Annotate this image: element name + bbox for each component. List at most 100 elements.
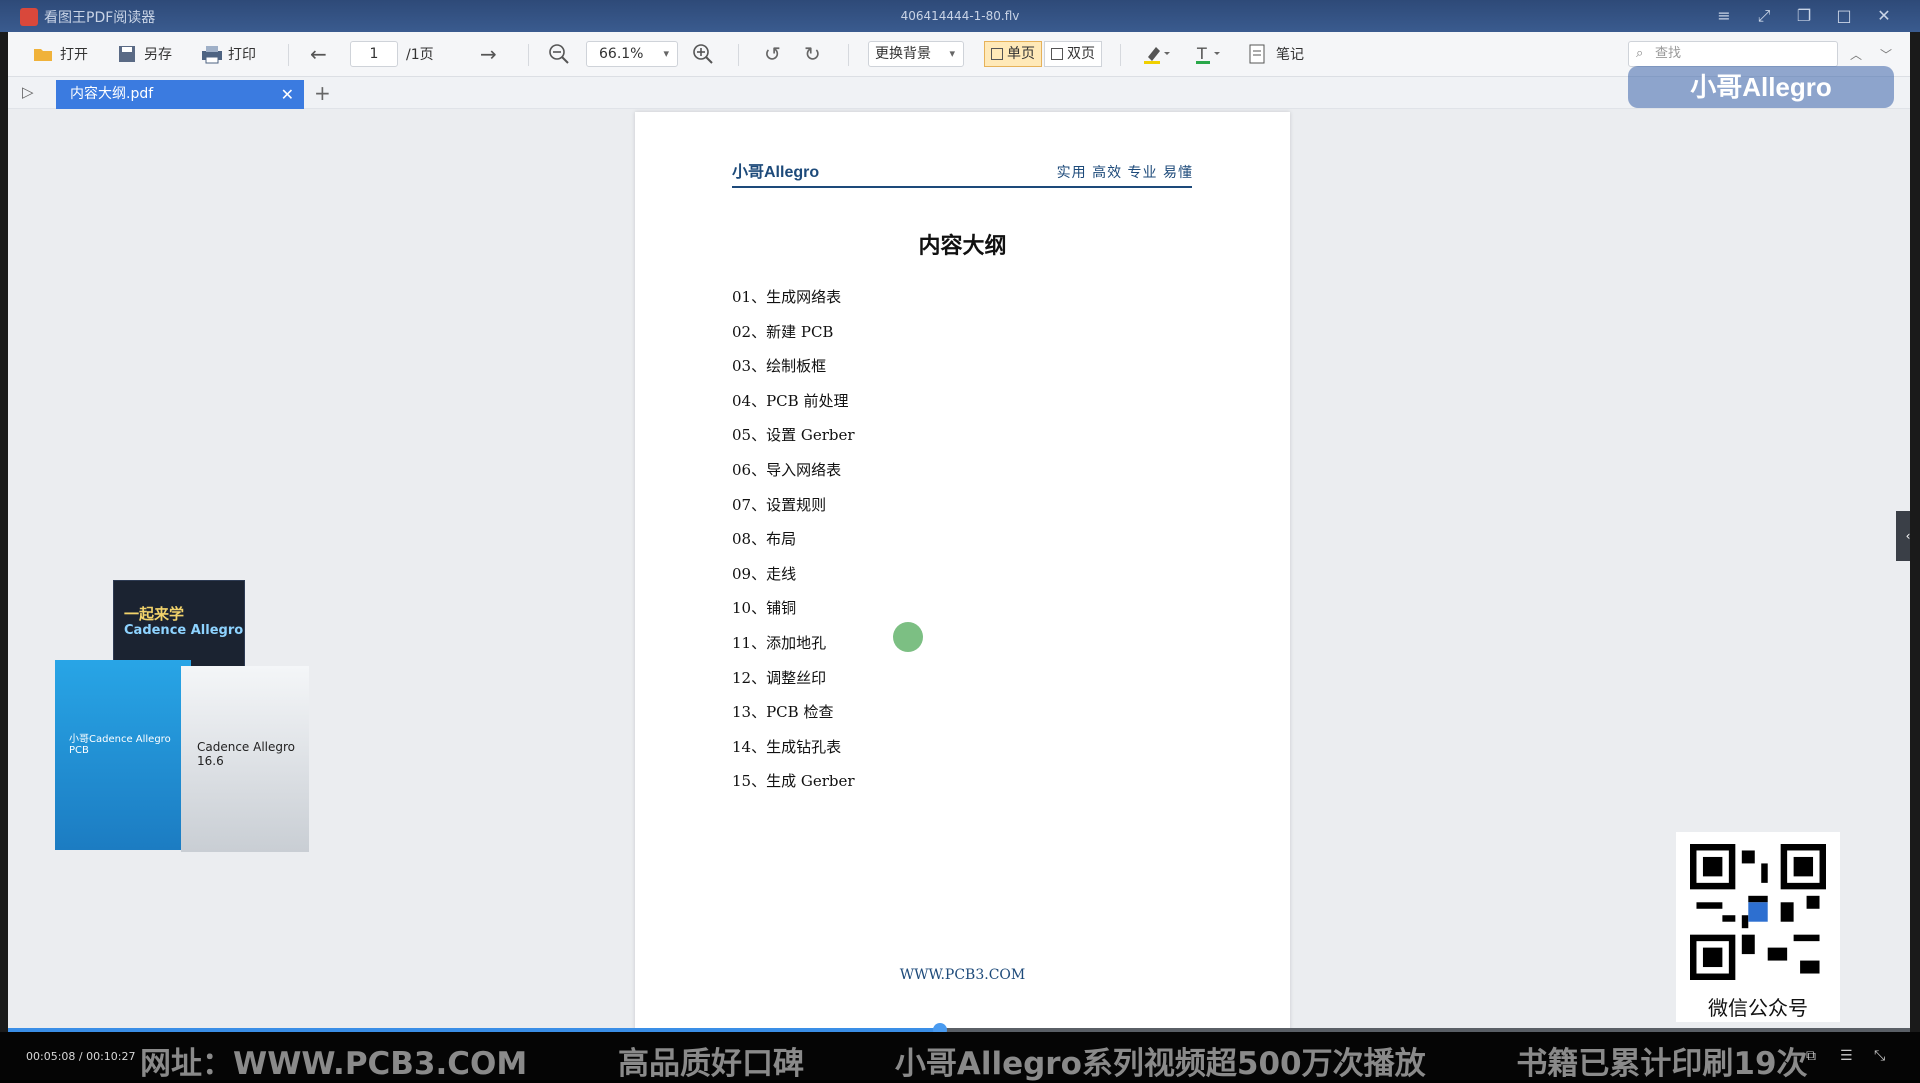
save-icon bbox=[116, 43, 138, 65]
toolbar: 打开 另存 打印 ← 1 /1页 → 66.1% ▾ ↺ ↻ 更换背景 ▾ 单页… bbox=[8, 32, 1910, 77]
exit-fullscreen-icon[interactable]: ⤡ bbox=[1874, 1048, 1892, 1064]
list-item: 03、绘制板框 bbox=[732, 357, 827, 376]
page-title: 内容大纲 bbox=[918, 234, 1007, 259]
note-icon bbox=[1248, 43, 1270, 65]
printer-icon bbox=[200, 43, 222, 65]
change-background-label: 更换背景 bbox=[875, 46, 931, 62]
search-icon: ⌕ bbox=[1636, 46, 1644, 61]
single-page-label: 单页 bbox=[1007, 46, 1035, 62]
maximize-icon[interactable]: □ bbox=[1832, 6, 1856, 26]
notes-label: 笔记 bbox=[1276, 47, 1304, 63]
book-title: 小哥Cadence Allegro PCB bbox=[69, 734, 171, 756]
qr-code-panel: 微信公众号 bbox=[1676, 832, 1840, 1022]
list-item: 02、新建 PCB bbox=[732, 322, 834, 341]
list-item: 11、添加地孔 bbox=[732, 633, 827, 652]
zoom-out-icon[interactable] bbox=[548, 41, 570, 67]
page-number-input[interactable]: 1 bbox=[350, 41, 398, 67]
open-button[interactable]: 打开 bbox=[32, 41, 88, 67]
list-item: 10、铺铜 bbox=[732, 599, 797, 618]
search-next-icon[interactable]: ﹀ bbox=[1880, 41, 1892, 67]
notes-button[interactable]: 笔记 bbox=[1248, 41, 1304, 67]
fullscreen-icon[interactable]: ⤢ bbox=[1752, 6, 1776, 26]
next-page-icon[interactable]: → bbox=[480, 41, 497, 67]
book-subtitle: Cadence Allegro bbox=[124, 623, 244, 638]
folder-icon bbox=[32, 43, 54, 65]
double-page-button[interactable]: 双页 bbox=[1044, 41, 1102, 67]
window-titlebar: 看图王PDF阅读器 406414444-1-80.flv ≡ ⤢ ❐ □ ✕ bbox=[0, 0, 1920, 32]
book-cover: 小哥Cadence Allegro PCB bbox=[55, 660, 191, 850]
page-total: /1页 bbox=[406, 47, 434, 63]
prev-page-icon[interactable]: ← bbox=[310, 41, 327, 67]
marquee-text: 网址：WWW.PCB3.COM 高品质好口碑 小哥Allegro系列视频超500… bbox=[140, 1038, 1888, 1083]
page-header-tags: 实用 高效 专业 易懂 bbox=[1056, 165, 1193, 181]
tab-document[interactable]: 内容大纲.pdf ✕ bbox=[56, 80, 304, 109]
list-item: 07、设置规则 bbox=[732, 495, 827, 514]
close-window-icon[interactable]: ✕ bbox=[1872, 6, 1896, 26]
qr-label: 微信公众号 bbox=[1708, 996, 1808, 1020]
single-page-button[interactable]: 单页 bbox=[984, 41, 1042, 67]
book-cover: Cadence Allegro 16.6 bbox=[181, 666, 309, 852]
rotate-left-icon[interactable]: ↺ bbox=[764, 41, 781, 67]
marquee-item: 高品质好口碑 bbox=[618, 1046, 805, 1082]
list-item: 01、生成网络表 bbox=[732, 288, 842, 306]
player-bottom-bar: 00:05:08 / 00:10:27 网址：WWW.PCB3.COM 高品质好… bbox=[0, 1032, 1920, 1083]
separator bbox=[528, 44, 529, 66]
search-input[interactable]: ⌕ 查找 bbox=[1628, 41, 1838, 67]
list-item: 06、导入网络表 bbox=[732, 460, 842, 479]
new-tab-icon[interactable]: + bbox=[314, 81, 331, 105]
marquee-item: 网址：WWW.PCB3.COM bbox=[140, 1046, 528, 1082]
page-header-logo: 小哥Allegro bbox=[732, 164, 820, 181]
separator bbox=[1120, 44, 1121, 66]
search-prev-icon[interactable]: ︿ bbox=[1850, 41, 1862, 67]
page-footer-url: WWW.PCB3.COM bbox=[899, 967, 1026, 983]
separator bbox=[738, 44, 739, 66]
list-item: 04、PCB 前处理 bbox=[732, 391, 849, 410]
brand-logo: 小哥Allegro bbox=[1628, 66, 1894, 108]
qr-code-icon bbox=[1690, 844, 1826, 980]
close-tab-icon[interactable]: ✕ bbox=[281, 80, 294, 109]
menu-icon[interactable]: ≡ bbox=[1712, 6, 1736, 26]
book-title: Cadence Allegro 16.6 bbox=[197, 740, 296, 768]
highlight-icon[interactable] bbox=[1142, 41, 1170, 67]
text-tool-icon[interactable]: T bbox=[1194, 41, 1222, 67]
list-item: 13、PCB 检查 bbox=[732, 703, 834, 722]
header-divider bbox=[732, 186, 1192, 188]
svg-text:T: T bbox=[1196, 44, 1207, 63]
list-item: 05、设置 Gerber bbox=[732, 426, 855, 445]
list-item: 08、布局 bbox=[732, 530, 797, 549]
save-as-button[interactable]: 另存 bbox=[116, 41, 172, 67]
timecode: 00:05:08 / 00:10:27 bbox=[26, 1050, 136, 1063]
print-button[interactable]: 打印 bbox=[200, 41, 256, 67]
separator bbox=[288, 44, 289, 66]
mouse-cursor-highlight bbox=[893, 622, 923, 652]
restore-icon[interactable]: ❐ bbox=[1792, 6, 1816, 26]
single-page-icon bbox=[991, 48, 1003, 60]
chevron-down-icon: ▾ bbox=[949, 47, 955, 60]
outline-list: 01、生成网络表 02、新建 PCB 03、绘制板框 04、PCB 前处理 05… bbox=[732, 280, 855, 799]
search-placeholder: 查找 bbox=[1655, 46, 1682, 61]
list-item: 15、生成 Gerber bbox=[732, 772, 855, 791]
settings-icon[interactable]: ☰ bbox=[1840, 1048, 1858, 1064]
zoom-in-icon[interactable] bbox=[692, 41, 714, 67]
change-background-button[interactable]: 更换背景 ▾ bbox=[868, 41, 964, 67]
video-title: 406414444-1-80.flv bbox=[900, 9, 1020, 23]
double-page-label: 双页 bbox=[1067, 46, 1095, 62]
side-panel-toggle[interactable]: ‹ bbox=[1896, 511, 1910, 561]
rotate-right-icon[interactable]: ↻ bbox=[804, 41, 821, 67]
tab-label: 内容大纲.pdf bbox=[70, 86, 154, 102]
screenshot-icon[interactable]: ⧉ bbox=[1806, 1048, 1824, 1064]
screen: 看图王PDF阅读器 406414444-1-80.flv ≡ ⤢ ❐ □ ✕ 打… bbox=[0, 0, 1920, 1083]
separator bbox=[848, 44, 849, 66]
tab-strip: ▷ 内容大纲.pdf ✕ + bbox=[8, 77, 1910, 109]
zoom-value: 66.1% bbox=[599, 46, 644, 62]
pdf-page: 小哥Allegro 实用 高效 专业 易懂 内容大纲 01、生成网络表 02、新… bbox=[635, 112, 1290, 1028]
save-as-label: 另存 bbox=[144, 47, 172, 63]
document-viewport[interactable]: 小哥Allegro 实用 高效 专业 易懂 内容大纲 01、生成网络表 02、新… bbox=[8, 109, 1910, 1028]
double-page-icon bbox=[1051, 48, 1063, 60]
list-item: 14、生成钻孔表 bbox=[732, 737, 842, 756]
zoom-select[interactable]: 66.1% ▾ bbox=[586, 41, 678, 67]
sidebar-toggle-icon[interactable]: ▷ bbox=[22, 83, 34, 101]
list-item: 12、调整丝印 bbox=[732, 668, 827, 687]
book-title: 一起来学 bbox=[124, 605, 185, 623]
marquee-item: 小哥Allegro系列视频超500万次播放 bbox=[894, 1046, 1426, 1082]
